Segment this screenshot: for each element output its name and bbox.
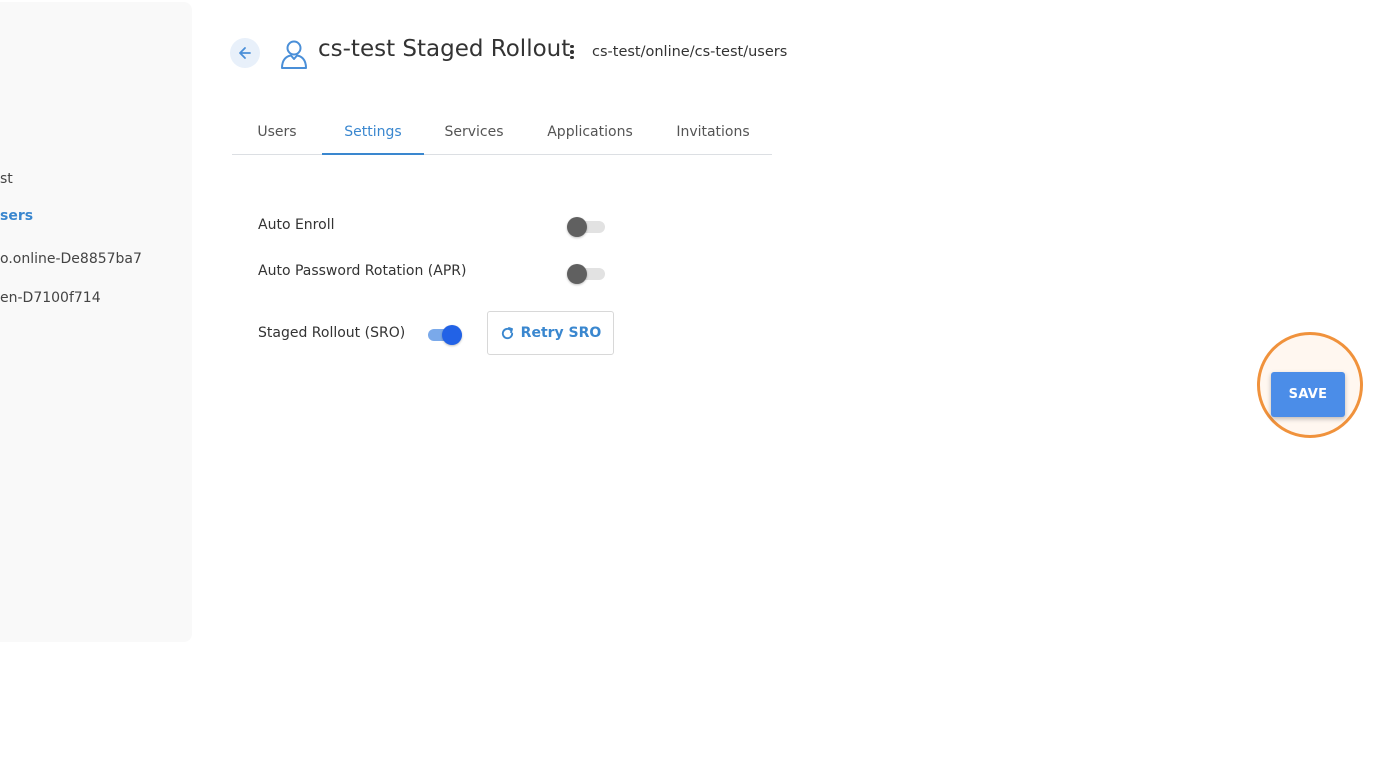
auto-enroll-toggle[interactable] <box>567 216 605 238</box>
tab-services[interactable]: Services <box>424 108 524 154</box>
save-button[interactable]: SAVE <box>1271 372 1345 417</box>
sidebar-item-group[interactable]: en-D7100f714 <box>0 290 101 306</box>
page-title: cs-test Staged Rollout <box>318 36 571 62</box>
tab-invitations[interactable]: Invitations <box>656 108 770 154</box>
tab-applications[interactable]: Applications <box>532 108 648 154</box>
auto-password-rotation-toggle[interactable] <box>567 263 605 285</box>
retry-sro-button[interactable]: Retry SRO <box>487 311 614 355</box>
tab-bar: Users Settings Services Applications Inv… <box>232 108 772 155</box>
auto-password-rotation-label: Auto Password Rotation (APR) <box>258 263 467 279</box>
staged-rollout-label: Staged Rollout (SRO) <box>258 325 406 341</box>
tab-settings[interactable]: Settings <box>322 108 424 155</box>
staged-rollout-toggle[interactable] <box>424 324 462 346</box>
user-outline-icon <box>279 38 309 70</box>
sidebar-item-st[interactable]: st <box>0 171 13 187</box>
kebab-menu-icon[interactable] <box>564 42 580 62</box>
retry-sro-label: Retry SRO <box>520 325 602 341</box>
breadcrumb: cs-test/online/cs-test/users <box>592 44 788 60</box>
tab-users[interactable]: Users <box>232 108 322 154</box>
auto-enroll-label: Auto Enroll <box>258 217 335 233</box>
sidebar: st sers o.online-De8857ba7 en-D7100f714 <box>0 2 192 642</box>
arrow-left-icon <box>239 47 251 59</box>
sidebar-item-users[interactable]: sers <box>0 208 33 224</box>
back-button[interactable] <box>230 38 260 68</box>
sidebar-item-online-group[interactable]: o.online-De8857ba7 <box>0 251 142 267</box>
refresh-icon <box>501 326 513 339</box>
